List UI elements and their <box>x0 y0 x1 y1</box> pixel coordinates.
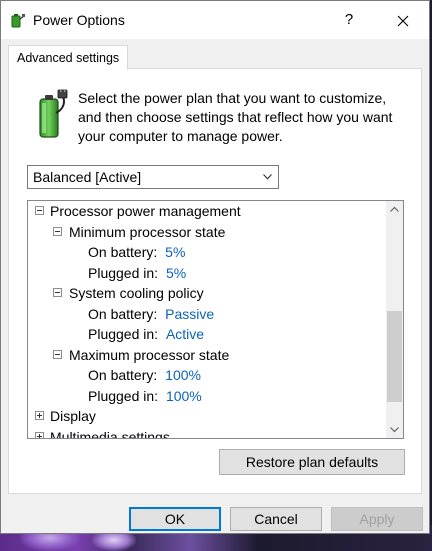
tree-item-label: Processor power management <box>50 203 241 219</box>
tree-item-maximum-processor-state[interactable]: Maximum processor state <box>53 345 229 365</box>
close-button[interactable] <box>381 5 425 35</box>
help-icon: ? <box>344 11 354 28</box>
expand-icon[interactable] <box>35 411 44 420</box>
setting-label: On battery: <box>88 244 158 260</box>
setting-value-link[interactable]: 100% <box>165 367 201 383</box>
cancel-button[interactable]: Cancel <box>230 507 322 531</box>
expand-icon[interactable] <box>35 432 44 438</box>
scroll-down-button[interactable] <box>386 421 403 438</box>
tree-item-cooling-plugged-in[interactable]: Plugged in: Active <box>88 324 204 344</box>
ok-button[interactable]: OK <box>129 507 221 531</box>
tree-item-max-on-battery[interactable]: On battery: 100% <box>88 365 201 385</box>
tree-item-label: Display <box>50 408 96 424</box>
tree-item-processor-power-management[interactable]: Processor power management <box>35 201 241 221</box>
restore-plan-defaults-button[interactable]: Restore plan defaults <box>219 449 405 475</box>
setting-label: On battery: <box>88 367 158 383</box>
chevron-up-icon <box>390 206 399 212</box>
tree-item-label: Minimum processor state <box>69 224 226 240</box>
chevron-down-icon <box>390 427 399 433</box>
setting-label: Plugged in: <box>88 265 159 281</box>
close-icon <box>397 15 409 27</box>
collapse-icon[interactable] <box>53 288 62 297</box>
tree-item-min-on-battery[interactable]: On battery: 5% <box>88 242 185 262</box>
setting-value-link[interactable]: 5% <box>165 244 185 260</box>
settings-tree: Processor power management Minimum proce… <box>27 200 404 439</box>
title-bar[interactable]: Power Options ? <box>1 1 429 39</box>
setting-value-link[interactable]: 5% <box>166 265 186 281</box>
tree-item-label: Maximum processor state <box>69 347 230 363</box>
power-options-icon <box>9 12 25 28</box>
setting-label: Plugged in: <box>88 388 159 404</box>
tab-advanced-settings[interactable]: Advanced settings <box>8 45 129 70</box>
setting-label: On battery: <box>88 306 158 322</box>
tree-item-display[interactable]: Display <box>35 406 96 426</box>
setting-value-link[interactable]: 100% <box>166 388 202 404</box>
battery-plug-icon <box>34 89 70 141</box>
scroll-thumb[interactable] <box>387 311 402 402</box>
power-options-dialog: Power Options ? Advanced settings Select… <box>0 0 430 534</box>
advanced-settings-panel: Select the power plan that you want to c… <box>8 68 422 494</box>
collapse-icon[interactable] <box>35 206 44 215</box>
tree-item-cooling-on-battery[interactable]: On battery: Passive <box>88 304 214 324</box>
apply-button[interactable]: Apply <box>331 507 423 531</box>
window-title: Power Options <box>33 12 125 28</box>
tree-item-max-plugged-in[interactable]: Plugged in: 100% <box>88 386 202 406</box>
tree-item-system-cooling-policy[interactable]: System cooling policy <box>53 283 204 303</box>
tree-item-min-plugged-in[interactable]: Plugged in: 5% <box>88 263 186 283</box>
setting-label: Plugged in: <box>88 326 159 342</box>
power-plan-select-value: Balanced [Active] <box>33 169 142 185</box>
help-button[interactable]: ? <box>331 5 367 35</box>
tree-scrollbar[interactable] <box>386 201 403 438</box>
tree-item-multimedia-settings[interactable]: Multimedia settings <box>35 427 170 439</box>
tree-item-label: Multimedia settings <box>50 429 170 439</box>
scroll-up-button[interactable] <box>386 201 403 218</box>
setting-value-link[interactable]: Passive <box>165 306 214 322</box>
collapse-icon[interactable] <box>53 227 62 236</box>
chevron-down-icon <box>263 174 272 180</box>
intro-text: Select the power plan that you want to c… <box>78 90 393 144</box>
setting-value-link[interactable]: Active <box>166 326 204 342</box>
collapse-icon[interactable] <box>53 350 62 359</box>
power-plan-select[interactable]: Balanced [Active] <box>27 165 279 189</box>
tree-item-minimum-processor-state[interactable]: Minimum processor state <box>53 222 225 242</box>
tree-item-label: System cooling policy <box>69 285 204 301</box>
